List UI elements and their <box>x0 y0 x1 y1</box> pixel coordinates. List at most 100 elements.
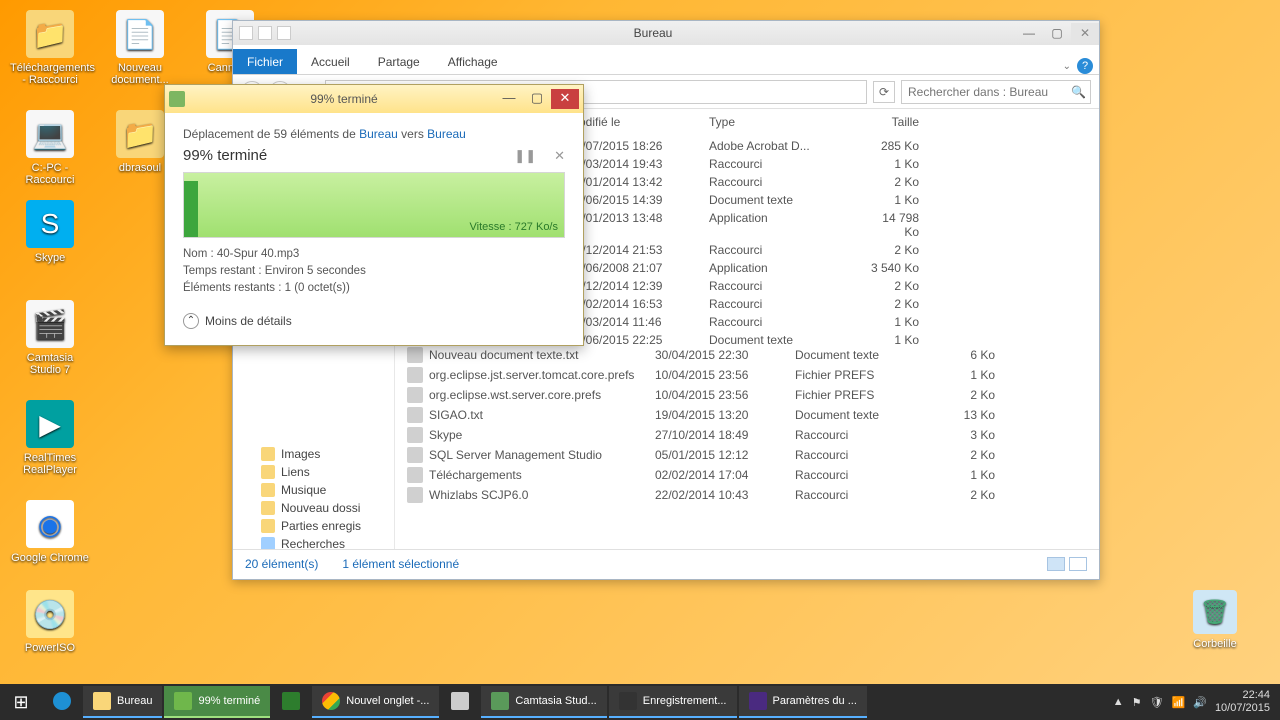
taskbar-button[interactable]: 99% terminé <box>164 686 270 718</box>
table-row[interactable]: SIGAO.txt19/04/2015 13:20Document texte1… <box>407 405 1099 425</box>
table-row[interactable]: 05/06/2015 14:39Document texte1 Ko <box>569 191 1099 209</box>
less-details-toggle[interactable]: ⌃ Moins de détails <box>183 313 565 329</box>
qat-icon[interactable] <box>277 26 291 40</box>
desktop-icon[interactable]: 💿PowerISO <box>10 590 90 654</box>
tray-icon[interactable]: ⚑ <box>1132 696 1142 709</box>
refresh-button[interactable]: ⟳ <box>873 81 895 103</box>
tab-partage[interactable]: Partage <box>364 49 434 74</box>
desktop-icon[interactable]: SSkype <box>10 200 90 264</box>
app-icon <box>53 692 71 710</box>
detail-info: Nom : 40-Spur 40.mp3 Temps restant : Env… <box>183 246 565 297</box>
taskbar-button[interactable]: Nouvel onglet -... <box>312 686 439 718</box>
icon-label: Google Chrome <box>11 552 89 564</box>
source-link[interactable]: Bureau <box>359 127 398 141</box>
desktop-icon[interactable]: ▶RealTimes RealPlayer <box>10 400 90 476</box>
table-row[interactable]: Skype27/10/2014 18:49Raccourci3 Ko <box>407 425 1099 445</box>
taskbar-button[interactable] <box>441 686 479 718</box>
desktop-icon[interactable]: ◉Google Chrome <box>10 500 90 564</box>
help-icon[interactable]: ? <box>1077 58 1093 74</box>
dialog-title: 99% terminé <box>193 92 495 106</box>
nav-label: Nouveau dossi <box>281 501 360 515</box>
desktop-icon[interactable]: 📁Téléchargements - Raccourci <box>10 10 90 86</box>
system-tray[interactable]: ▲ ⚑ 🛡 📶 🔊 22:44 10/07/2015 <box>1103 689 1280 715</box>
nav-item[interactable]: Images <box>233 445 394 463</box>
progress-percent: 99% terminé <box>183 147 267 164</box>
detail-name: Nom : 40-Spur 40.mp3 <box>183 246 565 263</box>
taskbar-button[interactable]: Bureau <box>83 686 162 718</box>
search-input[interactable] <box>901 80 1091 104</box>
copy-icon <box>169 91 185 107</box>
taskbar-button[interactable] <box>43 686 81 718</box>
close-button[interactable]: ✕ <box>551 89 579 109</box>
close-button[interactable]: ✕ <box>1071 23 1099 43</box>
view-details-button[interactable] <box>1047 557 1065 571</box>
table-row[interactable]: 08/07/2015 18:26Adobe Acrobat D...285 Ko <box>569 137 1099 155</box>
taskbar: ⊞ Bureau99% terminé Nouvel onglet -... Cam… <box>0 684 1280 720</box>
app-icon <box>282 692 300 710</box>
nav-item[interactable]: Nouveau dossi <box>233 499 394 517</box>
taskbar-button[interactable]: Enregistrement... <box>609 686 737 718</box>
volume-icon[interactable]: 🔊 <box>1193 696 1207 709</box>
file-icon <box>407 427 423 443</box>
qat-icon[interactable] <box>258 26 272 40</box>
table-row[interactable]: 02/02/2014 16:53Raccourci2 Ko <box>569 295 1099 313</box>
nav-item[interactable]: Recherches <box>233 535 394 549</box>
table-row[interactable]: Whizlabs SCJP6.022/02/2014 10:43Raccourc… <box>407 485 1099 505</box>
taskbar-button[interactable] <box>272 686 310 718</box>
table-row[interactable]: 15/01/2014 13:42Raccourci2 Ko <box>569 173 1099 191</box>
desktop-icon[interactable]: 💻C:-PC - Raccourci <box>10 110 90 186</box>
folder-icon <box>261 501 275 515</box>
table-row[interactable]: 16/03/2014 11:46Raccourci1 Ko <box>569 313 1099 331</box>
file-icon <box>407 387 423 403</box>
speed-graph: Vitesse : 727 Ko/s <box>183 172 565 238</box>
icon-label: RealTimes RealPlayer <box>23 452 77 476</box>
taskbar-button[interactable]: Paramètres du ... <box>739 686 867 718</box>
dialog-titlebar[interactable]: 99% terminé — ▢ ✕ <box>165 85 583 113</box>
titlebar[interactable]: Bureau — ▢ ✕ <box>233 21 1099 45</box>
clock[interactable]: 22:44 10/07/2015 <box>1215 689 1270 715</box>
table-row[interactable]: 02/03/2014 19:43Raccourci1 Ko <box>569 155 1099 173</box>
minimize-button[interactable]: — <box>495 89 523 109</box>
desktop-icon[interactable]: 📄Nouveau document... <box>100 10 180 86</box>
start-button[interactable]: ⊞ <box>0 684 42 720</box>
ribbon-collapse-icon[interactable]: ⌄ <box>1063 61 1071 72</box>
quick-access-toolbar[interactable] <box>239 26 291 40</box>
folder-icon <box>261 537 275 549</box>
table-row[interactable]: org.eclipse.jst.server.tomcat.core.prefs… <box>407 365 1099 385</box>
network-icon[interactable]: 📶 <box>1172 696 1186 709</box>
col-type[interactable]: Type <box>709 115 869 129</box>
table-row[interactable]: Nouveau document texte.txt30/04/2015 22:… <box>407 345 1099 365</box>
dest-link[interactable]: Bureau <box>427 127 466 141</box>
table-row[interactable]: SQL Server Management Studio05/01/2015 1… <box>407 445 1099 465</box>
col-modified[interactable]: Modifié le <box>569 115 709 129</box>
less-label: Moins de détails <box>205 314 292 328</box>
table-row[interactable]: 07/01/2013 13:48Application14 798 Ko <box>569 209 1099 241</box>
taskbar-label: Enregistrement... <box>643 695 727 707</box>
tab-fichier[interactable]: Fichier <box>233 49 297 74</box>
maximize-button[interactable]: ▢ <box>1043 23 1071 43</box>
status-bar: 20 élément(s) 1 élément sélectionné <box>233 549 1099 577</box>
table-row[interactable]: org.eclipse.wst.server.core.prefs10/04/2… <box>407 385 1099 405</box>
tab-accueil[interactable]: Accueil <box>297 49 364 74</box>
recycle-bin[interactable]: 🗑Corbeille <box>1180 590 1250 650</box>
folder-icon <box>261 483 275 497</box>
table-row[interactable]: 02/06/2008 21:07Application3 540 Ko <box>569 259 1099 277</box>
table-row[interactable]: 18/12/2014 21:53Raccourci2 Ko <box>569 241 1099 259</box>
cancel-button[interactable]: ✕ <box>554 148 565 164</box>
maximize-button[interactable]: ▢ <box>523 89 551 109</box>
tray-icon[interactable]: ▲ <box>1113 696 1124 708</box>
taskbar-button[interactable]: Camtasia Stud... <box>481 686 606 718</box>
nav-item[interactable]: Parties enregis <box>233 517 394 535</box>
tray-icon[interactable]: 🛡 <box>1150 696 1164 709</box>
nav-item[interactable]: Musique <box>233 481 394 499</box>
column-headers[interactable]: Modifié le Type Taille <box>569 109 1099 135</box>
desktop-icon[interactable]: 🎬Camtasia Studio 7 <box>10 300 90 376</box>
view-icons-button[interactable] <box>1069 557 1087 571</box>
nav-item[interactable]: Liens <box>233 463 394 481</box>
table-row[interactable]: Téléchargements02/02/2014 17:04Raccourci… <box>407 465 1099 485</box>
col-size[interactable]: Taille <box>869 115 969 129</box>
table-row[interactable]: 19/12/2014 12:39Raccourci2 Ko <box>569 277 1099 295</box>
pause-button[interactable]: ❚❚ <box>514 148 536 164</box>
minimize-button[interactable]: — <box>1015 23 1043 43</box>
tab-affichage[interactable]: Affichage <box>434 49 512 74</box>
